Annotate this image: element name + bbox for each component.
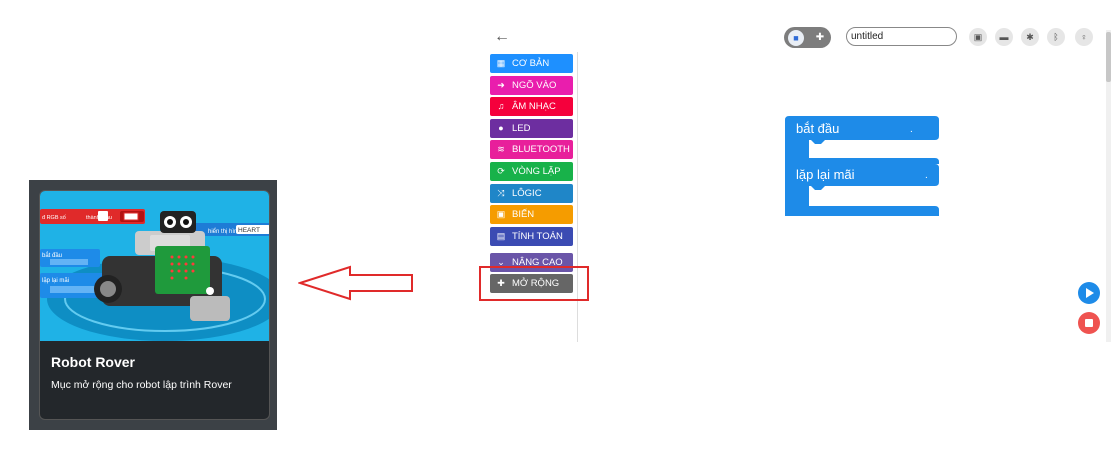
toolbox-category-label: LÔGIC	[512, 188, 542, 199]
image-start-label: bắt đầu	[42, 252, 62, 259]
forever-block-label: lặp lại mãi	[796, 167, 855, 182]
loop-icon: ⟳	[497, 166, 505, 176]
music-icon: ♫	[497, 101, 505, 111]
calculator-icon: ▤	[496, 231, 506, 241]
toolbox-category-label: NGÕ VÀO	[512, 80, 557, 91]
wifi-icon: ≋	[497, 144, 505, 154]
forever-block-dot: .	[925, 170, 928, 181]
image-color-label: thành màu	[86, 215, 112, 221]
shuffle-icon: ⤨	[497, 188, 505, 198]
image-icon-label: HEART	[238, 227, 260, 234]
extension-card-robot-rover[interactable]: đ RGB số thành màu hiển thị hình ảnh HEA…	[39, 190, 270, 420]
toolbox-category-7[interactable]: ▣ BIẾN	[490, 205, 573, 224]
extension-card-description: Mục mở rộng cho robot lập trình Rover	[51, 379, 232, 391]
folder-icon[interactable]: ▬	[995, 28, 1013, 46]
toolbox-category-1[interactable]: ➜ NGÕ VÀO	[490, 76, 573, 95]
start-block-dot: .	[910, 124, 913, 135]
image-rgb-label: đ RGB số	[42, 215, 66, 221]
input-icon: ➜	[497, 80, 505, 90]
blocks-mode-icon[interactable]: ■	[788, 30, 804, 46]
play-icon	[1086, 288, 1094, 298]
toolbox-category-2[interactable]: ♫ ÂM NHẠC	[490, 97, 573, 116]
toolbox-category-label: ÂM NHẠC	[512, 101, 556, 112]
toolbox-category-8[interactable]: ▤ TÍNH TOÁN	[490, 227, 573, 246]
start-block-label: bắt đầu	[796, 121, 840, 136]
toolbox-category-5[interactable]: ⟳ VÒNG LẶP	[490, 162, 573, 181]
play-button[interactable]	[1078, 282, 1100, 304]
toolbox-category-label: TÍNH TOÁN	[512, 231, 563, 242]
bluetooth-icon[interactable]: ᛒ	[1047, 28, 1065, 46]
toolbox-category-label: BLUETOOTH	[512, 144, 570, 155]
toolbox-category-label: LED	[512, 123, 531, 134]
toolbox-category-label: VÒNG LẶP	[512, 166, 561, 177]
stop-button[interactable]	[1078, 312, 1100, 334]
code-mode-icon[interactable]: ✚	[812, 30, 828, 46]
bulb-icon: ●	[498, 123, 504, 133]
gear-icon[interactable]: ✱	[1021, 28, 1039, 46]
scrollbar-thumb[interactable]	[1106, 32, 1111, 82]
toolbox-category-6[interactable]: ⤨ LÔGIC	[490, 184, 573, 203]
toolbox-category-0[interactable]: ▦ CƠ BẢN	[490, 54, 573, 73]
extension-card-title: Robot Rover	[51, 354, 135, 370]
save-icon: ▣	[496, 209, 506, 219]
grid-icon: ▦	[496, 58, 506, 68]
save-icon[interactable]: ▣	[969, 28, 987, 46]
toolbox-category-3[interactable]: ● LED	[490, 119, 573, 138]
image-forever-label: lặp lại mãi	[42, 278, 69, 284]
extensions-highlight-box	[479, 266, 589, 301]
red-arrow-left-icon	[298, 265, 413, 301]
lightbulb-icon[interactable]: ♀	[1075, 28, 1093, 46]
toolbox-category-label: BIẾN	[512, 209, 535, 220]
toolbox-category-4[interactable]: ≋ BLUETOOTH	[490, 140, 573, 159]
extension-card-image: đ RGB số thành màu hiển thị hình ảnh HEA…	[40, 191, 269, 341]
toolbox-category-label: CƠ BẢN	[512, 58, 550, 69]
arrow-left-icon[interactable]: ←	[494, 28, 510, 46]
stop-icon	[1085, 319, 1093, 327]
project-name-input[interactable]	[846, 27, 957, 46]
